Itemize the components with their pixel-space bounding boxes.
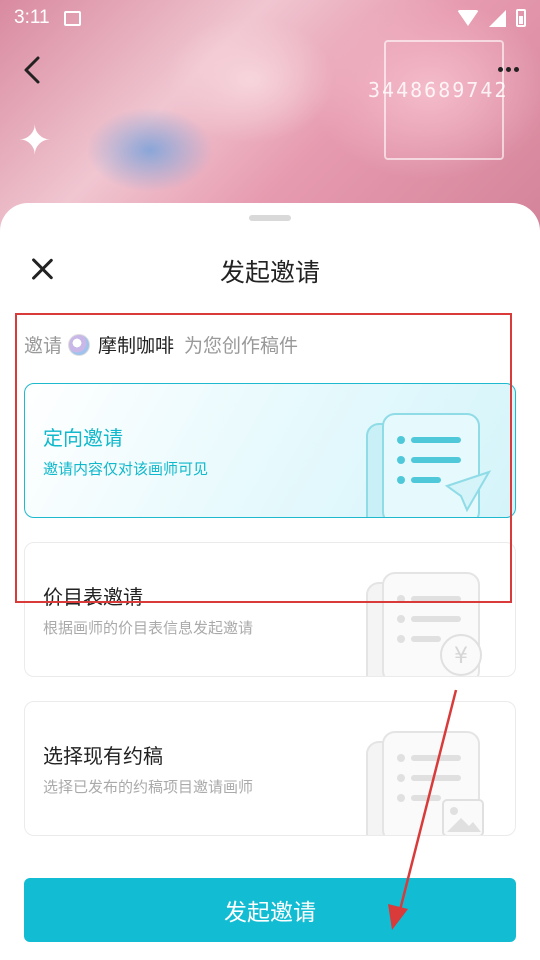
document-image-icon — [366, 731, 484, 835]
option-title: 价目表邀请 — [43, 585, 143, 609]
back-button[interactable] — [14, 50, 50, 90]
more-dot-icon — [505, 66, 511, 72]
option-description: 邀请内容仅对该画师可见 — [43, 460, 209, 478]
invite-suffix: 为您创作稿件 — [184, 335, 299, 357]
battery-icon — [516, 9, 526, 27]
sheet-title: 发起邀请 — [219, 258, 320, 287]
document-send-icon — [366, 413, 491, 517]
option-directed-invite[interactable]: 定向邀请 邀请内容仅对该画师可见 — [24, 383, 516, 518]
artist-name[interactable]: 摩制咖啡 — [98, 331, 174, 358]
option-title: 选择现有约稿 — [43, 744, 163, 768]
invite-bottom-sheet: 发起邀请 邀请 摩制咖啡 为您创作稿件 定向邀请 邀请内容仅对该画师可见 价目表… — [0, 203, 540, 960]
chevron-left-icon — [24, 56, 40, 84]
wifi-icon — [457, 10, 479, 26]
option-title: 定向邀请 — [43, 426, 123, 450]
invite-prefix: 邀请 — [24, 335, 63, 357]
svg-text:¥: ¥ — [454, 644, 468, 669]
sheet-drag-handle[interactable] — [249, 215, 291, 221]
status-icons — [457, 9, 526, 27]
artist-avatar — [68, 333, 91, 356]
option-price-list-invite[interactable]: 价目表邀请 根据画师的价目表信息发起邀请 ¥ — [24, 542, 516, 677]
signal-icon — [489, 9, 506, 27]
invite-description: 邀请 摩制咖啡 为您创作稿件 — [24, 331, 298, 358]
more-dot-icon — [513, 66, 519, 72]
more-dot-icon — [497, 66, 503, 72]
document-price-icon: ¥ — [366, 572, 482, 676]
image-notification-icon — [63, 10, 81, 26]
submit-invite-button[interactable]: 发起邀请 — [24, 878, 516, 942]
sparkle-icon: ✦ — [18, 118, 52, 164]
option-existing-commission[interactable]: 选择现有约稿 选择已发布的约稿项目邀请画师 — [24, 701, 516, 836]
status-time: 3:11 — [14, 7, 50, 28]
more-options-button[interactable] — [490, 54, 526, 84]
option-description: 选择已发布的约稿项目邀请画师 — [43, 778, 254, 796]
option-description: 根据画师的价目表信息发起邀请 — [43, 619, 254, 637]
status-bar: 3:11 — [0, 0, 540, 36]
artwork-number-text: 3448689742 — [368, 78, 509, 102]
